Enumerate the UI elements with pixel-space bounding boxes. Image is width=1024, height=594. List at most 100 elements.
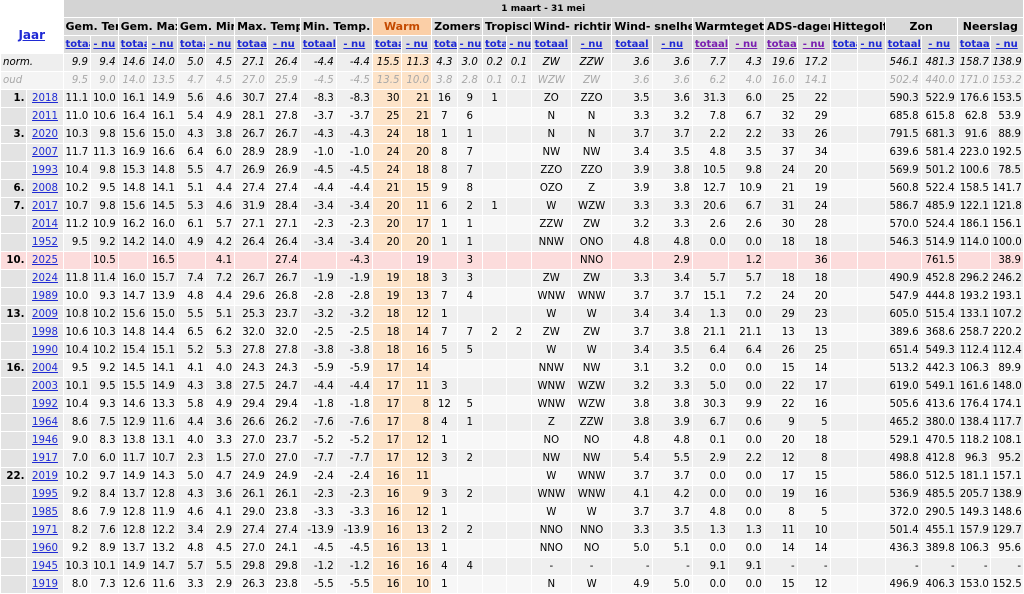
sort-totaal-link[interactable]: totaal: [888, 39, 921, 50]
year-cell[interactable]: 2020: [27, 126, 63, 143]
year-link[interactable]: 1992: [32, 399, 58, 410]
year-cell[interactable]: 1993: [27, 162, 63, 179]
sort-totaal-link[interactable]: totaal: [535, 39, 568, 50]
sort-nu-cell[interactable]: - nu: [91, 36, 118, 53]
sort-nu-cell[interactable]: - nu: [921, 36, 957, 53]
sort-totaal-cell[interactable]: totaal: [235, 36, 267, 53]
sort-nu-link[interactable]: - nu: [152, 39, 174, 50]
year-link[interactable]: 1985: [32, 507, 58, 518]
sort-totaal-link[interactable]: totaal: [434, 39, 456, 50]
sort-totaal-link[interactable]: totaal: [960, 39, 990, 50]
sort-nu-cell[interactable]: - nu: [507, 36, 531, 53]
year-cell[interactable]: 1946: [27, 432, 63, 449]
year-link[interactable]: 2004: [32, 363, 58, 374]
year-link[interactable]: 2019: [32, 471, 58, 482]
year-cell[interactable]: 1952: [27, 234, 63, 251]
year-cell[interactable]: 1960: [27, 540, 63, 557]
sort-totaal-cell[interactable]: totaal: [612, 36, 652, 53]
year-cell[interactable]: 1985: [27, 504, 63, 521]
sort-totaal-cell[interactable]: totaal: [63, 36, 91, 53]
sort-totaal-link[interactable]: totaal: [833, 39, 858, 50]
year-link[interactable]: 1989: [32, 291, 58, 302]
year-link[interactable]: 1919: [32, 579, 58, 590]
year-sort-link[interactable]: Jaar: [18, 28, 45, 42]
sort-totaal-cell[interactable]: totaal: [177, 36, 206, 53]
sort-totaal-cell[interactable]: totaal: [531, 36, 571, 53]
year-link[interactable]: 2025: [32, 255, 58, 266]
year-link[interactable]: 2018: [32, 93, 58, 104]
year-link[interactable]: 2020: [32, 129, 58, 140]
sort-totaal-link[interactable]: totaal: [767, 39, 797, 50]
year-link[interactable]: 2007: [32, 147, 58, 158]
year-link[interactable]: 2008: [32, 183, 58, 194]
year-cell[interactable]: 1989: [27, 288, 63, 305]
year-cell[interactable]: 1995: [27, 486, 63, 503]
year-cell[interactable]: 2011: [27, 108, 63, 125]
sort-totaal-cell[interactable]: totaal: [300, 36, 336, 53]
sort-nu-link[interactable]: - nu: [460, 39, 482, 50]
sort-totaal-cell[interactable]: totaal: [482, 36, 507, 53]
sort-totaal-link[interactable]: totaal: [237, 39, 267, 50]
sort-totaal-link[interactable]: totaal: [180, 39, 206, 50]
year-cell[interactable]: 1917: [27, 450, 63, 467]
year-link[interactable]: 2024: [32, 273, 58, 284]
sort-totaal-link[interactable]: totaal: [375, 39, 402, 50]
sort-totaal-cell[interactable]: totaal: [372, 36, 402, 53]
sort-nu-cell[interactable]: - nu: [797, 36, 830, 53]
year-link[interactable]: 2017: [32, 201, 58, 212]
year-link[interactable]: 1998: [32, 327, 58, 338]
year-cell[interactable]: 1992: [27, 396, 63, 413]
year-cell[interactable]: 2014: [27, 216, 63, 233]
sort-totaal-cell[interactable]: totaal: [885, 36, 921, 53]
sort-nu-cell[interactable]: - nu: [571, 36, 612, 53]
year-link[interactable]: 2011: [32, 111, 58, 122]
year-cell[interactable]: 2008: [27, 180, 63, 197]
sort-nu-cell[interactable]: - nu: [652, 36, 692, 53]
sort-nu-cell[interactable]: - nu: [858, 36, 885, 53]
sort-nu-cell[interactable]: - nu: [457, 36, 482, 53]
year-link[interactable]: 1946: [32, 435, 58, 446]
year-cell[interactable]: 2025: [27, 252, 63, 269]
sort-totaal-cell[interactable]: totaal: [432, 36, 457, 53]
sort-nu-cell[interactable]: - nu: [267, 36, 300, 53]
sort-nu-link[interactable]: - nu: [735, 39, 757, 50]
sort-totaal-cell[interactable]: totaal: [957, 36, 990, 53]
year-cell[interactable]: 2004: [27, 360, 63, 377]
sort-nu-link[interactable]: - nu: [996, 39, 1018, 50]
year-link[interactable]: 1990: [32, 345, 58, 356]
sort-nu-link[interactable]: - nu: [509, 39, 530, 50]
year-cell[interactable]: 2003: [27, 378, 63, 395]
sort-nu-link[interactable]: - nu: [581, 39, 603, 50]
year-link[interactable]: 1993: [32, 165, 58, 176]
year-cell[interactable]: 2009: [27, 306, 63, 323]
year-link[interactable]: 2009: [32, 309, 58, 320]
year-link[interactable]: 1952: [32, 237, 58, 248]
year-cell[interactable]: 1998: [27, 324, 63, 341]
sort-totaal-link[interactable]: totaal: [485, 39, 506, 50]
year-cell[interactable]: 1964: [27, 414, 63, 431]
sort-nu-cell[interactable]: - nu: [148, 36, 177, 53]
year-cell[interactable]: 1945: [27, 558, 63, 575]
sort-totaal-link[interactable]: totaal: [303, 39, 336, 50]
year-cell[interactable]: 2018: [27, 90, 63, 107]
sort-nu-link[interactable]: - nu: [928, 39, 950, 50]
year-sort-header[interactable]: Jaar: [1, 18, 63, 53]
sort-nu-cell[interactable]: - nu: [336, 36, 372, 53]
sort-nu-cell[interactable]: - nu: [728, 36, 764, 53]
year-link[interactable]: 1945: [32, 561, 58, 572]
sort-nu-link[interactable]: - nu: [661, 39, 683, 50]
year-cell[interactable]: 2017: [27, 198, 63, 215]
sort-nu-cell[interactable]: - nu: [402, 36, 432, 53]
sort-totaal-cell[interactable]: totaal: [118, 36, 148, 53]
sort-nu-link[interactable]: - nu: [803, 39, 825, 50]
year-link[interactable]: 2014: [32, 219, 58, 230]
sort-nu-link[interactable]: - nu: [273, 39, 295, 50]
sort-totaal-cell[interactable]: totaal: [830, 36, 858, 53]
year-link[interactable]: 1971: [32, 525, 58, 536]
sort-totaal-link[interactable]: totaal: [66, 39, 91, 50]
sort-nu-link[interactable]: - nu: [93, 39, 115, 50]
sort-totaal-link[interactable]: totaal: [121, 39, 148, 50]
year-cell[interactable]: 2024: [27, 270, 63, 287]
sort-nu-link[interactable]: - nu: [860, 39, 882, 50]
year-cell[interactable]: 2007: [27, 144, 63, 161]
